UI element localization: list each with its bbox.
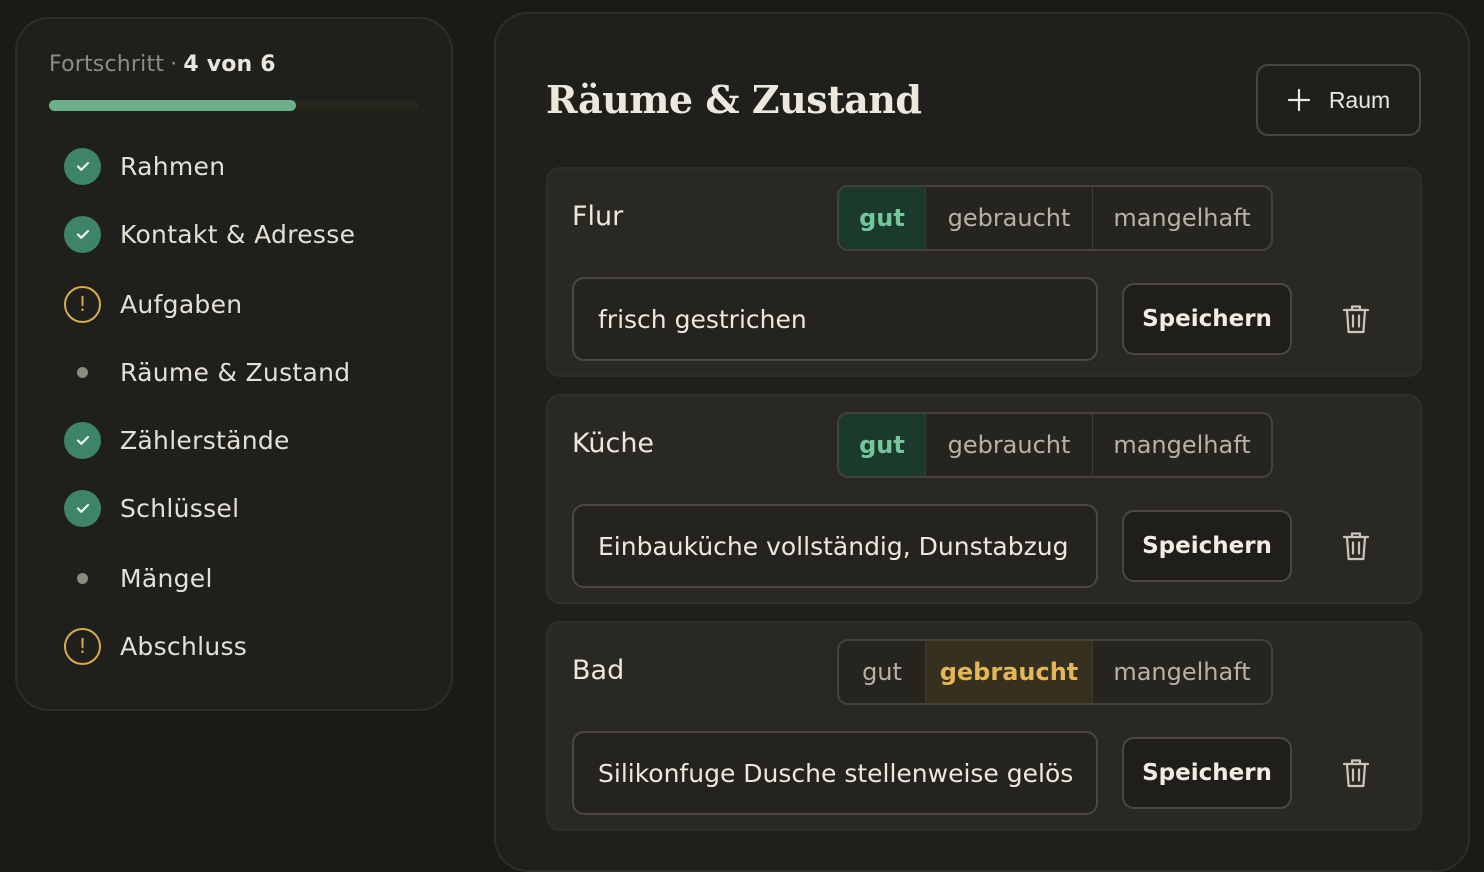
warning-circle-icon: ! xyxy=(64,285,101,323)
sidebar-item-label: Aufgaben xyxy=(120,289,243,319)
condition-selector: gut gebraucht mangelhaft xyxy=(837,185,1273,251)
dot-icon xyxy=(64,560,101,597)
sidebar-item-maengel[interactable]: Mängel xyxy=(64,558,213,598)
condition-option-gut[interactable]: gut xyxy=(839,641,925,703)
condition-option-gebraucht[interactable]: gebraucht xyxy=(925,641,1092,703)
sidebar-item-schluessel[interactable]: Schlüssel xyxy=(64,488,239,528)
condition-option-mangelhaft[interactable]: mangelhaft xyxy=(1092,187,1271,249)
save-button[interactable]: Speichern xyxy=(1122,510,1292,582)
sidebar-item-label: Zählerstände xyxy=(120,425,290,455)
dot-icon xyxy=(64,354,101,391)
check-circle-icon xyxy=(64,489,101,527)
sidebar-item-label: Abschluss xyxy=(120,631,248,661)
sidebar-item-label: Rahmen xyxy=(120,151,226,181)
plus-icon xyxy=(1287,88,1311,112)
condition-selector: gut gebraucht mangelhaft xyxy=(837,639,1273,705)
progress-sidebar: Fortschritt · 4 von 6 Rahmen Kontakt & Adre… xyxy=(15,17,453,711)
condition-option-mangelhaft[interactable]: mangelhaft xyxy=(1092,641,1271,703)
page-title: Räume & Zustand xyxy=(546,77,922,122)
condition-option-gut[interactable]: gut xyxy=(839,414,925,476)
room-card-bad: Bad gutgebrauchtmangelhaft Speichern xyxy=(546,621,1422,831)
room-card-kueche: Küche gutgebrauchtmangelhaft Speichern xyxy=(546,394,1422,604)
save-button[interactable]: Speichern xyxy=(1122,283,1292,355)
step-navigation: Rahmen Kontakt & Adresse! Aufgaben Räume & … xyxy=(17,19,451,709)
add-room-button[interactable]: Raum xyxy=(1256,64,1421,136)
room-note-input[interactable] xyxy=(572,731,1098,815)
sidebar-item-zaehlerstaende[interactable]: Zählerstände xyxy=(64,420,290,460)
warning-circle-icon: ! xyxy=(64,627,101,665)
room-name: Küche xyxy=(572,428,655,459)
save-button[interactable]: Speichern xyxy=(1122,737,1292,809)
sidebar-item-label: Räume & Zustand xyxy=(120,357,351,387)
sidebar-item-rahmen[interactable]: Rahmen xyxy=(64,146,225,186)
condition-option-gebraucht[interactable]: gebraucht xyxy=(925,414,1092,476)
sidebar-item-abschluss[interactable]: ! Abschluss xyxy=(64,626,247,666)
check-circle-icon xyxy=(64,215,101,253)
room-card-flur: Flur gutgebrauchtmangelhaft Speichern xyxy=(546,167,1422,377)
trash-icon[interactable] xyxy=(1338,526,1374,566)
sidebar-item-aufgaben[interactable]: ! Aufgaben xyxy=(64,284,242,324)
trash-icon[interactable] xyxy=(1338,753,1374,793)
check-circle-icon xyxy=(64,147,101,185)
condition-option-mangelhaft[interactable]: mangelhaft xyxy=(1092,414,1271,476)
room-name: Bad xyxy=(572,655,625,686)
sidebar-item-label: Schlüssel xyxy=(120,493,240,523)
room-name: Flur xyxy=(572,201,624,232)
condition-option-gebraucht[interactable]: gebraucht xyxy=(925,187,1092,249)
sidebar-item-raeume-zustand[interactable]: Räume & Zustand xyxy=(64,352,350,392)
sidebar-item-kontakt-adresse[interactable]: Kontakt & Adresse xyxy=(64,214,355,254)
check-circle-icon xyxy=(64,421,101,459)
room-note-input[interactable] xyxy=(572,277,1098,361)
condition-option-gut[interactable]: gut xyxy=(839,187,925,249)
trash-icon[interactable] xyxy=(1338,299,1374,339)
condition-selector: gut gebraucht mangelhaft xyxy=(837,412,1273,478)
sidebar-item-label: Mängel xyxy=(120,563,213,593)
sidebar-item-label: Kontakt & Adresse xyxy=(120,219,356,249)
room-note-input[interactable] xyxy=(572,504,1098,588)
add-room-label: Raum xyxy=(1328,86,1391,113)
rooms-panel: Räume & Zustand Raum Flur gut gebraucht man… xyxy=(494,12,1470,872)
